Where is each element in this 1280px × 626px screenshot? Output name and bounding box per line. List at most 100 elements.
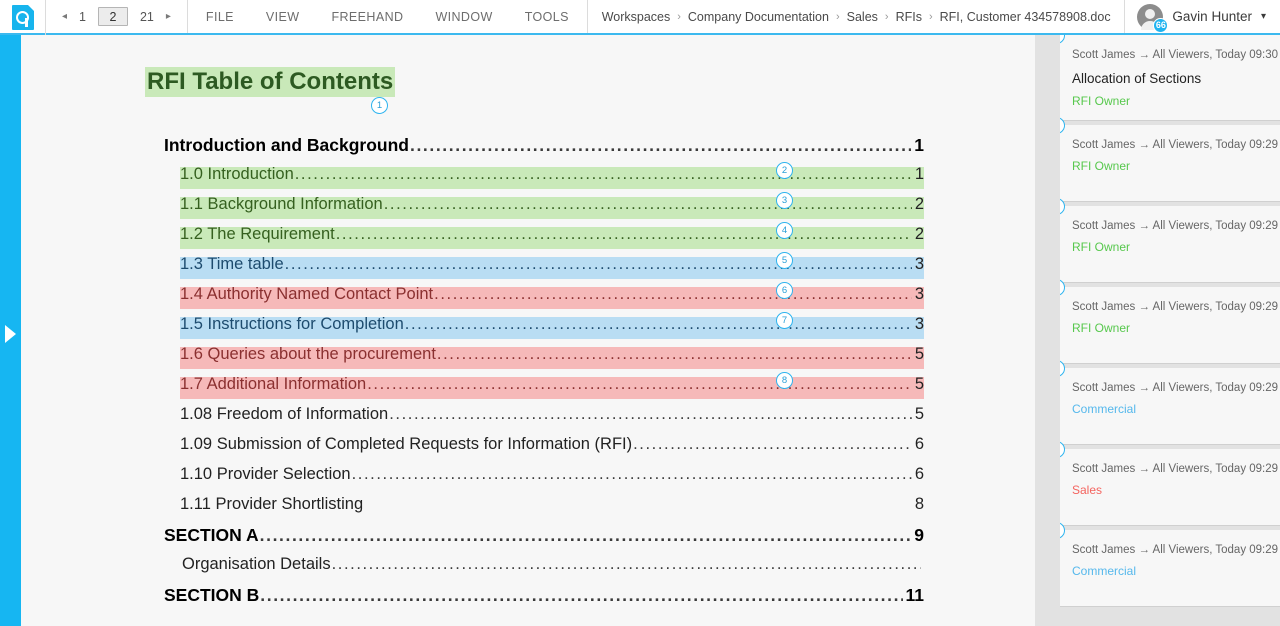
comment-meta: Scott James → All Viewers, Today 09:30: [1072, 49, 1279, 61]
menu-item-view[interactable]: VIEW: [266, 10, 300, 24]
toc-row[interactable]: SECTION A...............................…: [164, 525, 924, 555]
chevron-down-icon[interactable]: ▾: [1261, 11, 1266, 22]
comment-card[interactable]: 5Scott James → All Viewers, Today 09:29C…: [1060, 360, 1280, 445]
current-page-input[interactable]: 2: [97, 7, 128, 26]
comment-tag[interactable]: Commercial: [1072, 564, 1268, 578]
comment-card[interactable]: 3Scott James → All Viewers, Today 09:29R…: [1060, 198, 1280, 283]
toc-dot-leader: ........................................…: [633, 435, 912, 453]
annotation-marker-1[interactable]: 1: [371, 97, 388, 114]
toc-dot-leader: ........................................…: [335, 225, 912, 243]
breadcrumb-item-sales[interactable]: Sales: [847, 10, 878, 24]
document-viewer[interactable]: RFI Table of Contents 1 Introduction and…: [21, 35, 1035, 626]
comment-card[interactable]: 2Scott James → All Viewers, Today 09:29R…: [1060, 117, 1280, 202]
comment-meta: Scott James → All Viewers, Today 09:29: [1072, 382, 1279, 394]
annotation-marker-2[interactable]: 2: [776, 162, 793, 179]
comment-meta: Scott James → All Viewers, Today 09:29: [1072, 220, 1279, 232]
comment-meta: Scott James → All Viewers, Today 09:29: [1072, 463, 1279, 475]
toc-row[interactable]: 1.5 Instructions for Completion.........…: [164, 315, 924, 345]
annotation-marker-4[interactable]: 4: [776, 222, 793, 239]
comment-tag[interactable]: Commercial: [1072, 402, 1268, 416]
toc-page-number: 2: [914, 195, 924, 213]
breadcrumb-separator-icon: ›: [677, 10, 681, 23]
toc-row[interactable]: Organisation Details....................…: [164, 555, 924, 585]
user-menu[interactable]: 66 Gavin Hunter ▾: [1124, 0, 1280, 33]
first-page-label[interactable]: 1: [79, 10, 86, 24]
toc-row[interactable]: 1.1 Background Information..............…: [164, 195, 924, 225]
notification-badge[interactable]: 66: [1153, 17, 1169, 33]
annotation-marker-6[interactable]: 6: [776, 282, 793, 299]
toc-row[interactable]: 1.6 Queries about the procurement.......…: [164, 345, 924, 375]
top-bar: ◂ 1 2 21 ▸ FILE VIEW FREEHAND WINDOW TOO…: [0, 0, 1280, 35]
toc-row[interactable]: 1.10 Provider Selection.................…: [164, 465, 924, 495]
toc-page-number: 11: [905, 585, 925, 605]
comment-card[interactable]: 4Scott James → All Viewers, Today 09:29R…: [1060, 279, 1280, 364]
toc-row-label: SECTION A: [164, 525, 259, 545]
toc-page-number: 3: [914, 255, 924, 273]
annotation-marker-8[interactable]: 8: [776, 372, 793, 389]
comment-meta: Scott James → All Viewers, Today 09:29: [1072, 139, 1279, 151]
menu-item-tools[interactable]: TOOLS: [525, 10, 569, 24]
toc-row-label: 1.5 Instructions for Completion: [180, 315, 404, 333]
toc-row-label: 1.1 Background Information: [180, 195, 383, 213]
annotation-marker-5[interactable]: 5: [776, 252, 793, 269]
toc-row-label: 1.10 Provider Selection: [180, 465, 351, 483]
comment-tag[interactable]: RFI Owner: [1072, 321, 1268, 335]
comment-tag[interactable]: RFI Owner: [1072, 159, 1268, 173]
comment-card[interactable]: 6Scott James → All Viewers, Today 09:29S…: [1060, 441, 1280, 526]
toc-row[interactable]: 1.4 Authority Named Contact Point.......…: [164, 285, 924, 315]
comments-panel: 1 Scott James → All Viewers, Today 09:30 A…: [1060, 35, 1280, 626]
toc-page-number: 2: [914, 225, 924, 243]
breadcrumb-item-company-documentation[interactable]: Company Documentation: [688, 10, 829, 24]
breadcrumb-separator-icon: ›: [884, 10, 889, 23]
toc-dot-leader: ........................................…: [284, 255, 912, 273]
comment-tag[interactable]: Sales: [1072, 483, 1268, 497]
toc-row[interactable]: 1.2 The Requirement.....................…: [164, 225, 924, 255]
menu-item-file[interactable]: FILE: [206, 10, 234, 24]
menu-item-freehand[interactable]: FREEHAND: [331, 10, 403, 24]
next-page-icon[interactable]: ▸: [166, 11, 171, 22]
toc-dot-leader: ........................................…: [410, 135, 911, 155]
toc-row-label: 1.09 Submission of Completed Requests fo…: [180, 435, 633, 453]
comment-tag[interactable]: RFI Owner: [1072, 94, 1268, 108]
breadcrumb-item-current-document[interactable]: RFI, Customer 434578908.doc: [940, 10, 1111, 24]
panel-expand-arrow-icon[interactable]: [5, 325, 16, 343]
toc-row[interactable]: Introduction and Background.............…: [164, 135, 924, 165]
breadcrumb-item-rfis[interactable]: RFIs: [896, 10, 922, 24]
toc-dot-leader: ........................................…: [294, 165, 912, 183]
comment-tag[interactable]: RFI Owner: [1072, 240, 1268, 254]
toc-page-number: 3: [914, 315, 924, 333]
annotation-marker-3[interactable]: 3: [776, 192, 793, 209]
annotation-marker-7[interactable]: 7: [776, 312, 793, 329]
toc-row[interactable]: 1.0 Introduction........................…: [164, 165, 924, 195]
breadcrumb-item-workspaces[interactable]: Workspaces: [602, 10, 671, 24]
app-logo[interactable]: [0, 0, 46, 35]
toc-row[interactable]: 1.7 Additional Information..............…: [164, 375, 924, 405]
avatar-head-shape: [1145, 8, 1156, 19]
toc-dot-leader: ........................................…: [404, 315, 912, 333]
toc-row[interactable]: 1.09 Submission of Completed Requests fo…: [164, 435, 924, 465]
toc-dot-leader: ........................................…: [436, 345, 912, 363]
toc-row[interactable]: 1.3 Time table..........................…: [164, 255, 924, 285]
page-navigation: ◂ 1 2 21 ▸: [46, 0, 188, 33]
comment-card[interactable]: 1 Scott James → All Viewers, Today 09:30 A…: [1060, 35, 1280, 121]
toc-dot-leader: ........................................…: [434, 285, 912, 303]
toc-row[interactable]: 1.11 Provider Shortlisting 8: [164, 495, 924, 525]
comment-card[interactable]: 7Scott James → All Viewers, Today 09:29C…: [1060, 522, 1280, 607]
toc-row-label: 1.6 Queries about the procurement: [180, 345, 436, 363]
prev-page-icon[interactable]: ◂: [62, 11, 67, 22]
total-pages-label: 21: [139, 9, 154, 24]
toc-row-label: 1.11 Provider Shortlisting: [180, 495, 364, 513]
toc-row-label: 1.0 Introduction: [180, 165, 294, 183]
toc-page-number: 3: [914, 285, 924, 303]
menu-item-window[interactable]: WINDOW: [435, 10, 492, 24]
comment-marker-1[interactable]: 1: [1060, 35, 1065, 44]
toc-row-label: 1.7 Additional Information: [180, 375, 367, 393]
toc-page-number: 8: [914, 495, 924, 513]
toc-row-label: Introduction and Background: [164, 135, 409, 155]
toc-row-label: SECTION B: [164, 585, 260, 605]
toc-row-label: 1.4 Authority Named Contact Point: [180, 285, 434, 303]
comment-title: Allocation of Sections: [1072, 71, 1202, 86]
avatar[interactable]: 66: [1137, 3, 1169, 33]
toc-row[interactable]: SECTION B...............................…: [164, 585, 924, 615]
toc-row[interactable]: 1.08 Freedom of Information.............…: [164, 405, 924, 435]
